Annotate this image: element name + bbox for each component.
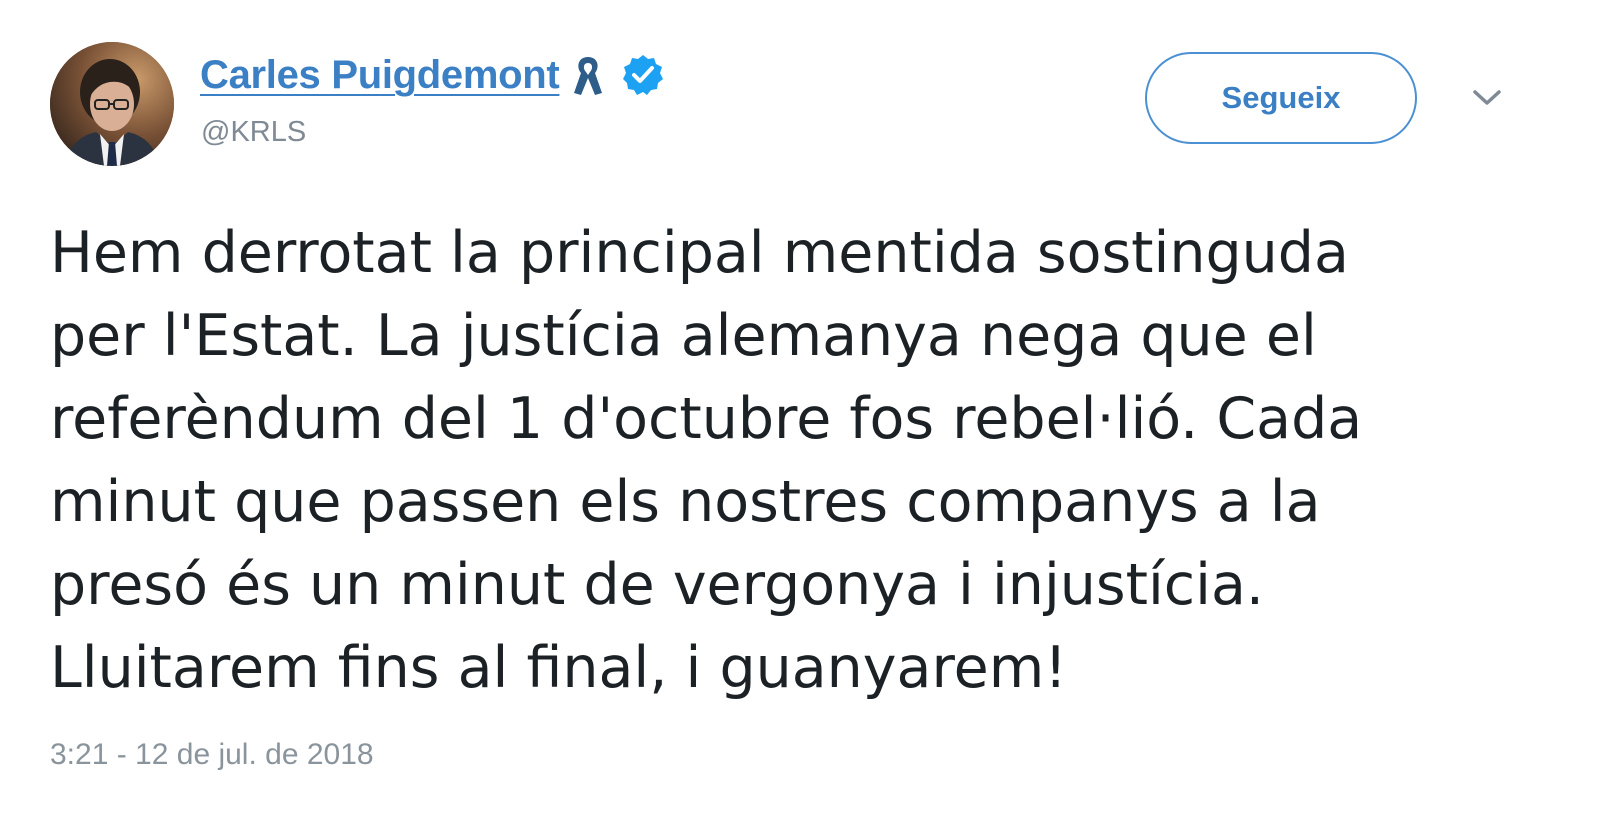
avatar-photo bbox=[50, 42, 174, 166]
author-name[interactable]: Carles Puigdemont bbox=[200, 53, 560, 98]
author-row: Carles Puigdemont bbox=[200, 50, 665, 100]
chevron-down-icon[interactable] bbox=[1470, 86, 1504, 110]
verified-badge-icon bbox=[621, 53, 665, 97]
follow-button[interactable]: Segueix bbox=[1145, 52, 1417, 144]
tweet-text: Hem derrotat la principal mentida sostin… bbox=[50, 220, 1363, 701]
yellow-ribbon-icon bbox=[571, 53, 605, 97]
tweet-card: Carles Puigdemont @KRLS Segueix Hem derr… bbox=[0, 0, 1600, 821]
author-handle[interactable]: @KRLS bbox=[201, 116, 306, 149]
tweet-timestamp[interactable]: 3:21 - 12 de jul. de 2018 bbox=[50, 738, 374, 772]
avatar[interactable] bbox=[50, 42, 174, 166]
